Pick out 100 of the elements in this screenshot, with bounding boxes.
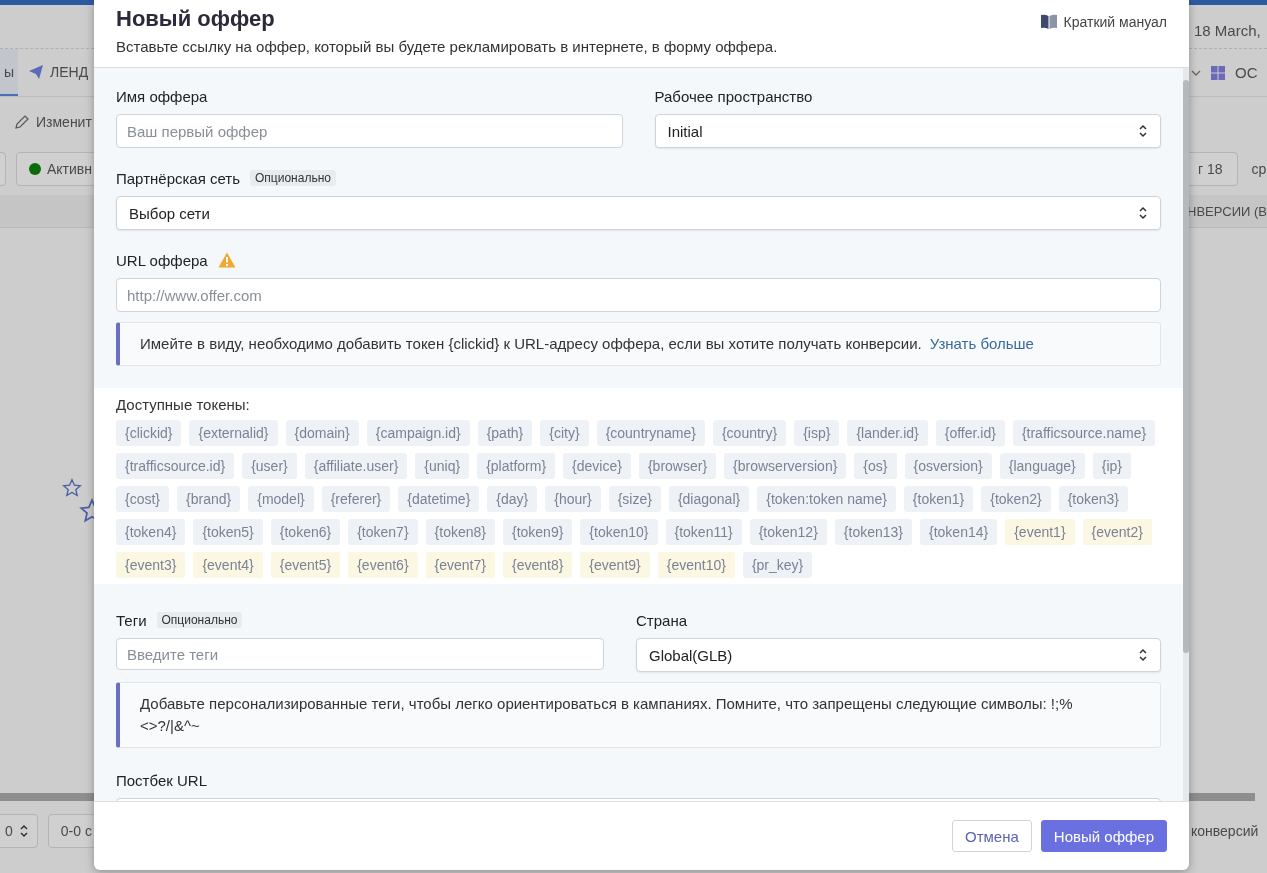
- token-chip[interactable]: {language}: [999, 453, 1085, 479]
- token-chip[interactable]: {token14}: [920, 519, 998, 545]
- token-chip[interactable]: {cost}: [116, 486, 170, 512]
- event-token-chip[interactable]: {event5}: [270, 552, 341, 578]
- event-token-chip[interactable]: {event7}: [425, 552, 495, 578]
- paper-plane-icon: [28, 63, 45, 80]
- optional-tag: Опционально: [250, 170, 336, 186]
- range-button[interactable]: 0-0 с: [47, 814, 94, 848]
- field-label: Рабочее пространство: [654, 87, 813, 105]
- token-chip[interactable]: {offer.id}: [935, 420, 1005, 446]
- event-token-chip[interactable]: {event4}: [193, 552, 263, 578]
- token-chip[interactable]: {referer}: [321, 486, 391, 512]
- token-chip[interactable]: {token2}: [981, 486, 1051, 512]
- up-down-icon: [1138, 124, 1148, 138]
- token-chip[interactable]: {path}: [477, 420, 533, 446]
- token-chip[interactable]: {externalid}: [189, 420, 278, 446]
- up-down-icon: [1138, 648, 1148, 662]
- event-token-chip[interactable]: {event10}: [657, 552, 735, 578]
- create-offer-button[interactable]: Новый оффер: [1040, 820, 1167, 852]
- token-chip[interactable]: {model}: [248, 486, 314, 512]
- token-chip[interactable]: {clickid}: [116, 420, 182, 446]
- token-chip[interactable]: {datetime}: [398, 486, 480, 512]
- event-token-chip[interactable]: {event3}: [116, 552, 186, 578]
- offer-name-field[interactable]: Ваш первый оффер: [116, 114, 623, 148]
- token-chip[interactable]: {token12}: [749, 519, 827, 545]
- learn-more-link[interactable]: Узнать больше: [929, 335, 1034, 352]
- status-filter-button[interactable]: Активн: [16, 152, 94, 186]
- modal-title: Новый оффер: [116, 6, 276, 32]
- status-dot: [29, 163, 41, 175]
- compare-label: ср: [1251, 161, 1267, 177]
- book-icon: [1039, 14, 1058, 30]
- token-chip[interactable]: {brand}: [177, 486, 241, 512]
- token-chip[interactable]: {affiliate.user}: [304, 453, 408, 479]
- token-chip[interactable]: {trafficsource.name}: [1012, 420, 1156, 446]
- offer-url-field[interactable]: http://www.offer.com: [116, 278, 1161, 312]
- horizontal-scrollbar[interactable]: [0, 793, 94, 801]
- token-chip[interactable]: {osversion}: [904, 453, 992, 479]
- event-token-chip[interactable]: {event9}: [580, 552, 650, 578]
- token-chip[interactable]: {token6}: [270, 519, 341, 545]
- token-chip[interactable]: {token:token name}: [757, 486, 896, 512]
- token-chip[interactable]: {day}: [487, 486, 538, 512]
- token-chip[interactable]: {uniq}: [415, 453, 470, 479]
- field-label: Страна: [636, 611, 687, 629]
- token-chip[interactable]: {ip}: [1092, 453, 1131, 479]
- token-chip[interactable]: {token7}: [348, 519, 418, 545]
- token-chip[interactable]: {isp}: [794, 420, 840, 446]
- event-token-chip[interactable]: {event1}: [1005, 519, 1075, 545]
- token-chip[interactable]: {lander.id}: [847, 420, 928, 446]
- token-chip[interactable]: {device}: [563, 453, 631, 479]
- nav-tab[interactable]: ы: [0, 49, 19, 96]
- token-chip[interactable]: {token5}: [193, 519, 263, 545]
- country-select[interactable]: Global(GLB): [636, 638, 1161, 672]
- tags-field[interactable]: Введите теги: [116, 638, 604, 670]
- token-chip[interactable]: {country}: [712, 420, 787, 446]
- up-down-icon: [1138, 206, 1148, 220]
- token-chip[interactable]: {token4}: [116, 519, 186, 545]
- token-chip[interactable]: {city}: [540, 420, 589, 446]
- token-chip[interactable]: {browserversion}: [724, 453, 847, 479]
- token-chip[interactable]: {trafficsource.id}: [116, 453, 235, 479]
- token-chip[interactable]: {token8}: [425, 519, 495, 545]
- token-chip[interactable]: {size}: [608, 486, 661, 512]
- workspace-select[interactable]: Initial: [654, 114, 1161, 148]
- network-select[interactable]: Выбор сети: [116, 196, 1161, 230]
- token-chip[interactable]: {token13}: [834, 519, 912, 545]
- token-chip[interactable]: {domain}: [285, 420, 359, 446]
- windows-icon: [1211, 65, 1225, 80]
- token-chip[interactable]: {token11}: [665, 519, 742, 545]
- date-button[interactable]: г 18: [1189, 152, 1238, 186]
- horizontal-scrollbar[interactable]: [1189, 793, 1255, 801]
- token-chip[interactable]: {token10}: [580, 519, 658, 545]
- info-note: Имейте в виду, необходимо добавить токен {clickid} к URL-адресу оффера, если вы хотите получать конверсии. Узнать больше: [116, 322, 1161, 366]
- scrollbar-thumb[interactable]: [1183, 80, 1189, 653]
- token-chip[interactable]: {os}: [854, 453, 897, 479]
- token-chip[interactable]: {countryname}: [596, 420, 705, 446]
- token-chip[interactable]: {hour}: [545, 486, 601, 512]
- os-tab[interactable]: ОС: [1235, 64, 1258, 81]
- event-token-chip[interactable]: {event2}: [1082, 519, 1152, 545]
- token-chip[interactable]: {pr_key}: [742, 552, 813, 578]
- token-chip[interactable]: {user}: [242, 453, 297, 479]
- token-chip[interactable]: {platform}: [477, 453, 556, 479]
- nav-tab[interactable]: ЛЕНД: [24, 49, 93, 96]
- token-chip[interactable]: {campaign.id}: [366, 420, 470, 446]
- field-label: Теги: [116, 611, 147, 629]
- star-icon: [62, 478, 82, 498]
- token-chip[interactable]: {token3}: [1058, 486, 1129, 512]
- optional-tag: Опционально: [156, 612, 243, 628]
- token-chip[interactable]: {diagonal}: [668, 486, 750, 512]
- field-label: Имя оффера: [116, 87, 208, 105]
- cancel-button[interactable]: Отмена: [952, 820, 1032, 852]
- edit-label[interactable]: Изменит: [36, 114, 92, 130]
- token-chip[interactable]: {browser}: [638, 453, 717, 479]
- field-label: Постбек URL: [116, 771, 207, 789]
- manual-link[interactable]: Краткий мануал: [1039, 14, 1167, 30]
- field-label: Партнёрская сеть: [116, 169, 241, 187]
- modal-subtitle: Вставьте ссылку на оффер, который вы будете рекламировать в интернете, в форму оффера.: [116, 38, 778, 55]
- page-size-select[interactable]: 0: [0, 814, 38, 848]
- event-token-chip[interactable]: {event6}: [348, 552, 418, 578]
- event-token-chip[interactable]: {event8}: [502, 552, 573, 578]
- token-chip[interactable]: {token1}: [903, 486, 974, 512]
- token-chip[interactable]: {token9}: [502, 519, 573, 545]
